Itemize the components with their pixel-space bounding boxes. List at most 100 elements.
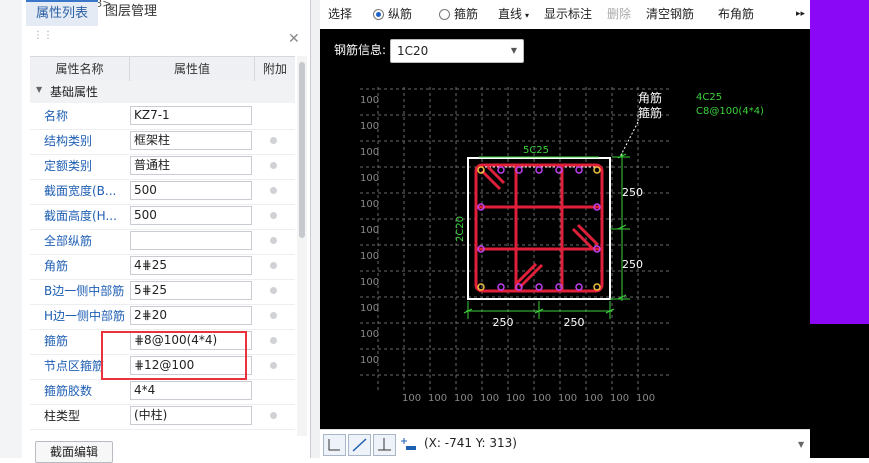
- bottom-dim-1: 250: [493, 316, 514, 329]
- property-value-field[interactable]: 2⋕20: [130, 306, 252, 325]
- green-note-1: 4C25: [696, 92, 722, 103]
- property-value-field[interactable]: 500: [130, 181, 252, 200]
- show-label-button[interactable]: 显示标注: [544, 0, 592, 29]
- extra-flag-icon[interactable]: [270, 212, 277, 219]
- extra-flag-icon[interactable]: [270, 137, 277, 144]
- extra-flag-icon[interactable]: [270, 237, 277, 244]
- grid-label-left: 100: [360, 251, 379, 262]
- panel-splitter[interactable]: [311, 0, 320, 458]
- line-label: 直线: [498, 7, 523, 21]
- property-table-header: 属性名称 属性值 附加: [30, 56, 295, 82]
- angle-line-icon[interactable]: [348, 434, 371, 456]
- panel-grip-icon[interactable]: ⋮⋮: [33, 30, 53, 41]
- grid-label-bottom: 100: [610, 393, 629, 404]
- extra-flag-icon[interactable]: [270, 287, 277, 294]
- chevron-down-icon: ▾: [525, 11, 530, 20]
- property-value-field[interactable]: (中柱): [130, 406, 252, 425]
- stirrup-label: 箍筋: [454, 7, 479, 21]
- middle-bar-point[interactable]: [535, 166, 543, 174]
- tab-layers[interactable]: 图层管理: [95, 0, 167, 26]
- corner-bar-point[interactable]: [477, 283, 485, 291]
- delete-button[interactable]: 删除: [607, 0, 631, 29]
- extra-flag-icon[interactable]: [270, 262, 277, 269]
- extra-flag-icon[interactable]: [270, 312, 277, 319]
- select-button[interactable]: 选择: [328, 0, 352, 29]
- grid-label-bottom: 100: [636, 393, 655, 404]
- property-name: 截面高度(H...: [44, 209, 117, 223]
- cursor-coordinates: (X: -741 Y: 313): [424, 436, 517, 450]
- grid-label-bottom: 100: [584, 393, 603, 404]
- property-name: 箍筋: [44, 334, 69, 348]
- grid-label-left: 100: [360, 147, 379, 158]
- grid-label-left: 100: [360, 95, 379, 106]
- line-dropdown[interactable]: 直线 ▾: [498, 0, 529, 29]
- property-value-field[interactable]: 框架柱: [130, 131, 252, 150]
- leader-line-diagonal: [619, 121, 639, 158]
- section-canvas[interactable]: 100 100 100 100 100 100 100 100 100 100 100 100 100 1…: [320, 29, 810, 429]
- middle-bar-point[interactable]: [575, 283, 583, 291]
- clear-rebar-button[interactable]: 清空钢筋: [646, 0, 694, 29]
- tab-properties[interactable]: 属性列表: [26, 0, 99, 26]
- middle-bar-point[interactable]: [497, 166, 505, 174]
- property-row[interactable]: 柱类型 (中柱): [30, 404, 295, 430]
- orthogonal-mode-icon[interactable]: [323, 434, 346, 456]
- corner-bar-point[interactable]: [593, 283, 601, 291]
- property-value-field[interactable]: 普通柱: [130, 156, 252, 175]
- radio-checked-icon: [373, 9, 384, 20]
- property-name: 节点区箍筋: [44, 359, 105, 373]
- add-point-icon[interactable]: [398, 434, 421, 456]
- scroll-down-icon[interactable]: ▼: [798, 440, 808, 454]
- rebar-info-select[interactable]: 1C20 ▼: [390, 39, 524, 63]
- collapse-triangle-icon[interactable]: ▼: [36, 85, 42, 94]
- extra-flag-icon[interactable]: [270, 187, 277, 194]
- property-row[interactable]: 箍筋胶数 4*4: [30, 379, 295, 405]
- property-name: H边一侧中部筋: [44, 309, 126, 323]
- property-row[interactable]: 定额类别 普通柱: [30, 154, 295, 180]
- bottom-dim-2: 250: [564, 316, 585, 329]
- property-value-field[interactable]: 4⋕25: [130, 256, 252, 275]
- section-edit-button[interactable]: 截面编辑: [35, 441, 113, 463]
- property-row[interactable]: B边一侧中部筋 5⋕25: [30, 279, 295, 305]
- section-drawing[interactable]: 100 100 100 100 100 100 100 100 100 100 100 100 100 1…: [320, 29, 810, 429]
- longitudinal-radio[interactable]: 纵筋: [373, 0, 412, 29]
- extra-flag-icon[interactable]: [270, 412, 277, 419]
- property-value-field[interactable]: KZ7-1: [130, 106, 252, 125]
- grid-label-left: 100: [360, 225, 379, 236]
- corner-bar-point[interactable]: [593, 166, 601, 174]
- property-value-field[interactable]: 500: [130, 206, 252, 225]
- property-name: 柱类型: [44, 409, 81, 423]
- middle-bar-point[interactable]: [535, 283, 543, 291]
- property-row[interactable]: 角筋 4⋕25: [30, 254, 295, 280]
- property-row[interactable]: 全部纵筋: [30, 229, 295, 255]
- close-icon[interactable]: ✕: [288, 31, 300, 47]
- property-name: 截面宽度(B...: [44, 184, 117, 198]
- column-header-value: 属性值: [130, 57, 255, 81]
- top-dim-label: 5C25: [523, 145, 549, 156]
- middle-bar-point[interactable]: [575, 166, 583, 174]
- property-value-field[interactable]: 4*4: [130, 381, 252, 400]
- middle-bar-point[interactable]: [497, 283, 505, 291]
- property-group-basic[interactable]: ▼ 基础属性: [30, 81, 295, 103]
- rebar-info-label: 钢筋信息:: [334, 43, 387, 57]
- property-row[interactable]: 截面高度(H... 500: [30, 204, 295, 230]
- stirrup-radio[interactable]: 箍筋: [439, 0, 478, 29]
- perpendicular-icon[interactable]: [373, 434, 396, 456]
- corner-bar-label: 角筋: [638, 90, 662, 105]
- extra-flag-icon[interactable]: [270, 362, 277, 369]
- status-bar: [320, 429, 810, 459]
- property-row[interactable]: 截面宽度(B... 500: [30, 179, 295, 205]
- property-scroll-thumb[interactable]: [299, 62, 305, 238]
- grid-label-bottom: 100: [454, 393, 473, 404]
- property-value-field[interactable]: [130, 231, 252, 250]
- grid-label-bottom: 100: [428, 393, 447, 404]
- corner-rebar-button[interactable]: 布角筋: [718, 0, 754, 29]
- property-row[interactable]: 名称 KZ7-1: [30, 104, 295, 130]
- extra-flag-icon[interactable]: [270, 162, 277, 169]
- extra-flag-icon[interactable]: [270, 337, 277, 344]
- property-row[interactable]: H边一侧中部筋 2⋕20: [30, 304, 295, 330]
- grid-label-left: 100: [360, 303, 379, 314]
- property-row[interactable]: 结构类别 框架柱: [30, 129, 295, 155]
- grid-label-bottom: 100: [506, 393, 525, 404]
- property-value-field[interactable]: 5⋕25: [130, 281, 252, 300]
- more-tools-icon[interactable]: ▸▸: [796, 0, 805, 29]
